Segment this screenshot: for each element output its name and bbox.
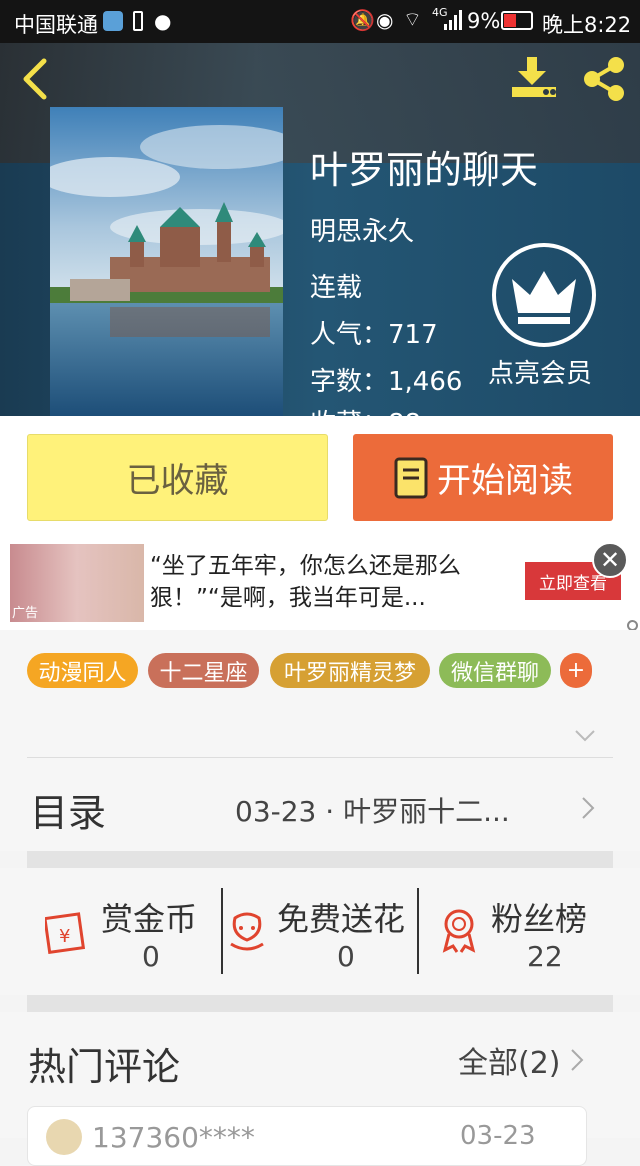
comment-date: 03-23 <box>460 1121 536 1151</box>
red-envelope-icon: ¥ <box>45 912 86 954</box>
app-notification-icon <box>103 11 123 31</box>
start-reading-label: 开始阅读 <box>437 461 573 501</box>
tag-item[interactable]: 微信群聊 <box>439 653 551 688</box>
book-favorites: 收藏：88 <box>310 403 421 416</box>
download-icon <box>512 57 556 97</box>
reward-coins-value: 0 <box>142 940 160 973</box>
ad-image[interactable]: 广告 <box>10 544 144 622</box>
status-bar: 中国联通 ● 🔕 ◉ ⌔ 4G 9% 晚上8:22 <box>0 0 640 43</box>
fan-ranking-value: 22 <box>527 940 563 973</box>
fan-ranking-label: 粉丝榜 <box>491 900 588 938</box>
expand-tags-button[interactable] <box>574 728 596 742</box>
back-button[interactable] <box>16 57 56 101</box>
book-header: 叶罗丽的聊天 明思永久 连载 人气：717 字数：1,466 收藏：88 点亮会… <box>0 43 640 416</box>
catalog-label: 目录 <box>30 791 107 835</box>
book-icon <box>394 457 428 498</box>
close-icon: ✕ <box>599 546 621 574</box>
wechat-icon: ● <box>154 9 172 33</box>
clock: 晚上8:22 <box>542 13 632 37</box>
ad-badge: 广告 <box>12 606 39 621</box>
share-icon <box>584 57 624 101</box>
castle-cover-image <box>50 107 283 416</box>
send-flower-button[interactable]: 免费送花 0 <box>225 888 417 976</box>
start-reading-button[interactable]: 开始阅读 <box>353 434 613 521</box>
share-button[interactable] <box>580 55 628 103</box>
plus-icon: + <box>566 658 586 683</box>
download-button[interactable] <box>508 55 560 101</box>
collected-button[interactable]: 已收藏 <box>27 434 328 521</box>
tag-section: 动漫同人 十二星座 叶罗丽精灵梦 微信群聊 + <box>0 630 640 758</box>
wifi-icon: ⌔ <box>403 7 422 31</box>
chevron-right-icon <box>582 797 595 819</box>
chevron-down-icon <box>575 730 595 742</box>
tag-more-button[interactable]: + <box>560 653 592 688</box>
send-flower-value: 0 <box>337 940 355 973</box>
collected-label: 已收藏 <box>126 461 229 501</box>
book-status: 连载 <box>310 273 363 303</box>
fan-ranking-button[interactable]: 粉丝榜 22 <box>421 888 613 976</box>
eye-icon: ◉ <box>376 8 394 32</box>
book-word-count: 字数：1,466 <box>310 367 463 397</box>
tag-label: 叶罗丽精灵梦 <box>283 660 416 686</box>
tag-item[interactable]: 叶罗丽精灵梦 <box>270 653 430 688</box>
vip-label[interactable]: 点亮会员 <box>488 353 592 390</box>
medal-icon <box>442 909 476 953</box>
hot-comments-section: 热门评论 全部(2) 137360**** 03-23 <box>0 1012 640 1166</box>
chevron-right-icon <box>570 1049 583 1071</box>
carrier-label: 中国联通 <box>14 13 98 37</box>
tag-item[interactable]: 动漫同人 <box>27 653 138 688</box>
ad-text[interactable]: “坐了五年牢，你怎么还是那么狠！”“是啊，我当年可是... <box>150 550 490 614</box>
divider <box>221 888 223 974</box>
all-comments-label: 全部(2) <box>458 1046 561 1081</box>
svg-text:¥: ¥ <box>59 926 70 947</box>
avatar[interactable] <box>46 1119 82 1155</box>
book-cover[interactable] <box>50 107 283 416</box>
tag-label: 动漫同人 <box>38 660 127 686</box>
ad-close-button[interactable]: ✕ <box>592 542 628 578</box>
vip-button[interactable] <box>492 243 596 347</box>
battery-icon <box>501 11 533 30</box>
section-divider <box>27 995 613 1012</box>
reward-coins-button[interactable]: ¥ 赏金币 0 <box>27 888 222 976</box>
ad-banner[interactable]: 广告 “坐了五年牢，你怎么还是那么狠！”“是啊，我当年可是... 立即查看 ✕ <box>0 534 640 630</box>
mute-icon: 🔕 <box>350 8 375 32</box>
section-divider <box>27 851 613 868</box>
book-popularity: 人气：717 <box>310 320 438 350</box>
comment-card[interactable]: 137360**** 03-23 <box>27 1106 587 1166</box>
hot-comments-title: 热门评论 <box>28 1045 181 1089</box>
tag-item[interactable]: 十二星座 <box>148 653 259 688</box>
book-author[interactable]: 明思永久 <box>310 211 414 248</box>
tag-label: 微信群聊 <box>450 660 539 686</box>
stats-row: ¥ 赏金币 0 免费送花 0 粉丝榜 22 <box>0 868 640 995</box>
tag-label: 十二星座 <box>159 660 248 686</box>
book-title: 叶罗丽的聊天 <box>310 148 539 192</box>
send-flower-label: 免费送花 <box>277 900 406 938</box>
catalog-latest-chapter: 03-23 · 叶罗丽十二... <box>235 795 510 828</box>
crown-icon <box>512 271 576 324</box>
flower-icon <box>230 912 264 951</box>
all-comments-button[interactable]: 全部(2) <box>458 1040 585 1081</box>
catalog-row[interactable]: 目录 03-23 · 叶罗丽十二... <box>0 758 640 851</box>
battery-alert-icon <box>133 11 143 31</box>
action-bar: 已收藏 开始阅读 <box>0 416 640 534</box>
reward-coins-label: 赏金币 <box>101 900 198 938</box>
battery-percent: 9% <box>467 9 501 33</box>
signal-icon <box>444 10 462 30</box>
divider <box>417 888 419 974</box>
